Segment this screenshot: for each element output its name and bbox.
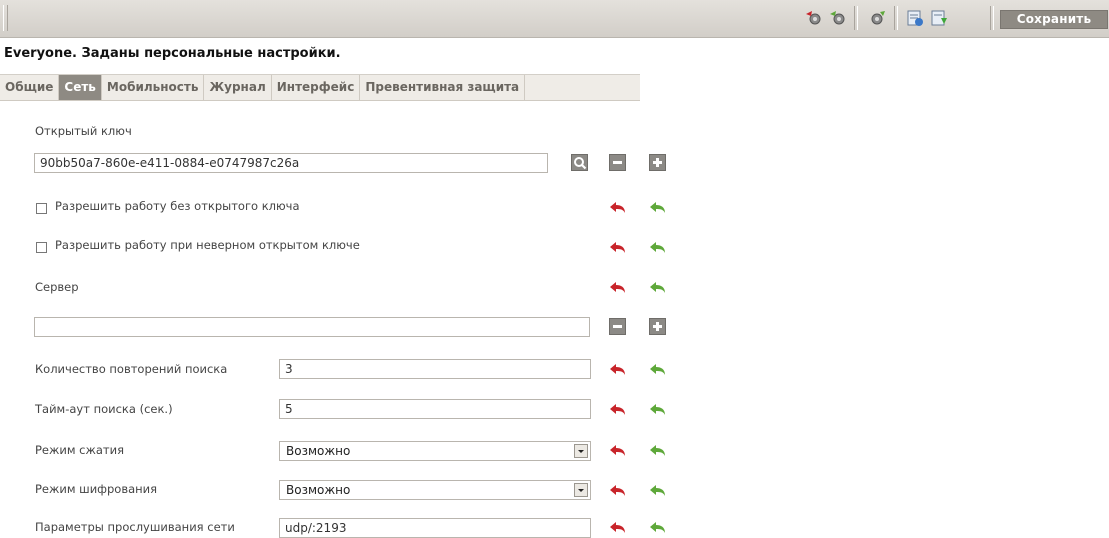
public-key-label: Открытый ключ	[35, 124, 132, 138]
search-timeout-label: Тайм-аут поиска (сек.)	[35, 402, 173, 416]
reset-default-icon[interactable]	[609, 403, 627, 417]
import-icon[interactable]	[928, 8, 950, 28]
reset-inherit-icon[interactable]	[649, 521, 667, 535]
tab-journal[interactable]: Журнал	[204, 75, 272, 100]
server-label: Сервер	[35, 280, 79, 294]
toolbar: Сохранить	[0, 0, 1109, 38]
reset-inherit-icon[interactable]	[649, 444, 667, 458]
server-input[interactable]	[34, 317, 590, 337]
chevron-down-icon[interactable]	[574, 444, 588, 458]
search-timeout-input[interactable]: 5	[279, 399, 591, 419]
save-button[interactable]: Сохранить	[1000, 10, 1108, 29]
reset-default-icon[interactable]	[609, 444, 627, 458]
toolbar-separator	[990, 6, 994, 30]
compression-value: Возможно	[286, 444, 351, 458]
search-icon	[574, 157, 587, 170]
tab-network[interactable]: Сеть	[59, 75, 102, 100]
reset-default-icon[interactable]	[609, 521, 627, 535]
encryption-label: Режим шифрования	[35, 482, 158, 496]
listen-params-input[interactable]: udp/:2193	[279, 518, 591, 538]
tab-preventive-protection[interactable]: Превентивная защита	[360, 75, 526, 100]
reset-inherit-icon[interactable]	[649, 281, 667, 295]
gear-green-icon[interactable]	[827, 8, 849, 28]
add-key-button[interactable]	[649, 154, 666, 171]
page-title: Everyone. Заданы персональные настройки.	[4, 46, 341, 61]
remove-key-button[interactable]	[609, 154, 626, 171]
search-retries-label: Количество повторений поиска	[35, 362, 228, 376]
remove-server-button[interactable]	[609, 318, 626, 335]
reset-default-icon[interactable]	[609, 484, 627, 498]
public-key-input[interactable]: 90bb50a7-860e-e411-0884-e0747987c26a	[34, 153, 548, 173]
search-retries-input[interactable]: 3	[279, 359, 591, 379]
minus-icon	[613, 325, 622, 328]
reset-default-icon[interactable]	[609, 363, 627, 377]
add-server-button[interactable]	[649, 318, 666, 335]
toolbar-separator	[854, 6, 858, 30]
reset-inherit-icon[interactable]	[649, 363, 667, 377]
tab-mobility[interactable]: Мобильность	[102, 75, 205, 100]
chevron-down-icon[interactable]	[574, 483, 588, 497]
tab-general[interactable]: Общие	[0, 75, 60, 100]
reset-inherit-icon[interactable]	[649, 484, 667, 498]
reset-default-icon[interactable]	[609, 241, 627, 255]
allow-wrong-key-label: Разрешить работу при неверном открытом к…	[55, 238, 360, 252]
minus-icon	[613, 161, 622, 164]
reset-inherit-icon[interactable]	[649, 403, 667, 417]
export-icon[interactable]	[904, 8, 926, 28]
reset-default-icon[interactable]	[609, 281, 627, 295]
search-key-button[interactable]	[571, 154, 588, 171]
encryption-select[interactable]: Возможно	[279, 480, 591, 500]
listen-params-label: Параметры прослушивания сети	[35, 520, 235, 534]
toolbar-grip	[3, 5, 8, 31]
reset-inherit-icon[interactable]	[649, 241, 667, 255]
allow-without-key-label: Разрешить работу без открытого ключа	[55, 199, 300, 213]
gear-red-icon[interactable]	[803, 8, 825, 28]
settings-tabs: Общие Сеть Мобильность Журнал Интерфейс …	[0, 74, 640, 101]
tab-interface[interactable]: Интерфейс	[272, 75, 361, 100]
allow-without-key-checkbox[interactable]	[36, 203, 47, 214]
toolbar-separator	[894, 6, 898, 30]
reset-default-icon[interactable]	[609, 201, 627, 215]
reset-inherit-icon[interactable]	[649, 201, 667, 215]
compression-select[interactable]: Возможно	[279, 441, 591, 461]
encryption-value: Возможно	[286, 483, 351, 497]
allow-wrong-key-checkbox[interactable]	[36, 242, 47, 253]
gear-single-icon[interactable]	[866, 8, 888, 28]
compression-label: Режим сжатия	[35, 443, 124, 457]
